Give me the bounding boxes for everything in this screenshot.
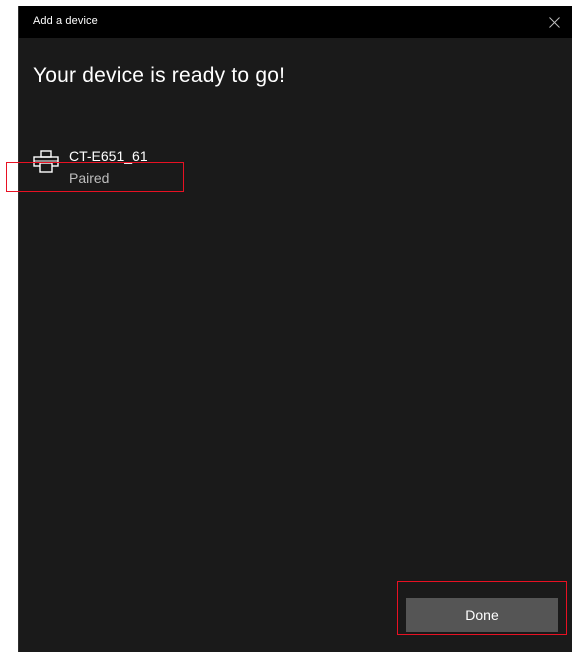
close-icon: [548, 16, 560, 28]
window-title: Add a device: [33, 15, 98, 27]
device-name: CT-E651_61: [69, 148, 148, 164]
close-button[interactable]: [536, 6, 572, 38]
device-list-item[interactable]: CT-E651_61 Paired: [33, 146, 333, 196]
page-heading: Your device is ready to go!: [33, 64, 286, 87]
printer-icon: [33, 150, 59, 173]
device-status: Paired: [69, 170, 110, 186]
add-device-dialog: Add a device Your device is ready to go!…: [18, 6, 572, 652]
title-bar: Add a device: [19, 6, 572, 38]
done-button[interactable]: Done: [406, 598, 558, 632]
